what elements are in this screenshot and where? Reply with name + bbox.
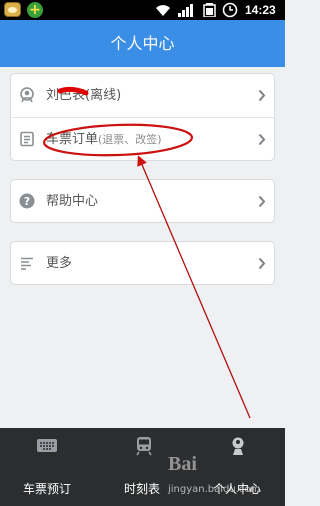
chevron-right-icon bbox=[258, 133, 266, 146]
chevron-right-icon bbox=[258, 257, 266, 270]
status-bar: + 14:23 bbox=[0, 0, 285, 20]
signal-icon bbox=[178, 4, 193, 17]
orders-label: 车票订单 bbox=[46, 132, 99, 147]
app-icon bbox=[4, 2, 21, 17]
account-card: 刘巴表(离线) 车票订单(退票、改签) bbox=[10, 73, 275, 161]
help-center-label: 帮助中心 bbox=[46, 194, 99, 209]
page-title: 个人中心 bbox=[110, 34, 175, 53]
ticket-orders-row[interactable]: 车票订单(退票、改签) bbox=[11, 118, 274, 161]
chevron-right-icon bbox=[258, 195, 266, 208]
plus-app-icon: + bbox=[27, 2, 43, 18]
more-row[interactable]: 更多 bbox=[11, 242, 274, 285]
order-list-icon bbox=[20, 131, 34, 147]
ticket-orders-label: 车票订单(退票、改签) bbox=[46, 130, 162, 149]
nav-label: 车票预订 bbox=[23, 482, 72, 496]
chevron-right-icon bbox=[258, 89, 266, 102]
keyboard-icon bbox=[37, 439, 57, 452]
baidu-watermark-logo: Bai bbox=[168, 453, 197, 475]
battery-icon bbox=[203, 3, 216, 17]
alarm-clock-icon bbox=[222, 2, 238, 18]
help-center-row[interactable]: ? 帮助中心 bbox=[11, 180, 274, 223]
title-bar: 个人中心 bbox=[0, 20, 285, 67]
help-card: ? 帮助中心 bbox=[10, 179, 275, 223]
train-icon bbox=[136, 437, 152, 456]
wifi-icon bbox=[156, 5, 170, 16]
user-name-label: 刘巴表(离线) bbox=[46, 86, 121, 105]
user-row[interactable]: 刘巴表(离线) bbox=[11, 74, 274, 117]
nav-ticket-booking[interactable]: 车票预订 bbox=[0, 428, 95, 506]
orders-hint: (退票、改签) bbox=[98, 133, 162, 146]
svg-text:?: ? bbox=[24, 195, 30, 208]
more-lines-icon bbox=[21, 257, 33, 270]
more-label: 更多 bbox=[46, 256, 73, 271]
nav-label: 时刻表 bbox=[124, 482, 161, 496]
user-icon bbox=[20, 87, 34, 103]
user-name: 刘巴表 bbox=[46, 88, 86, 103]
user-status: (离线) bbox=[85, 88, 122, 103]
status-time: 14:23 bbox=[245, 3, 276, 17]
help-icon: ? bbox=[19, 193, 35, 209]
more-card: 更多 bbox=[10, 241, 275, 285]
person-icon bbox=[232, 437, 244, 455]
baidu-watermark-text: jingyan.baidu.com bbox=[168, 484, 261, 495]
